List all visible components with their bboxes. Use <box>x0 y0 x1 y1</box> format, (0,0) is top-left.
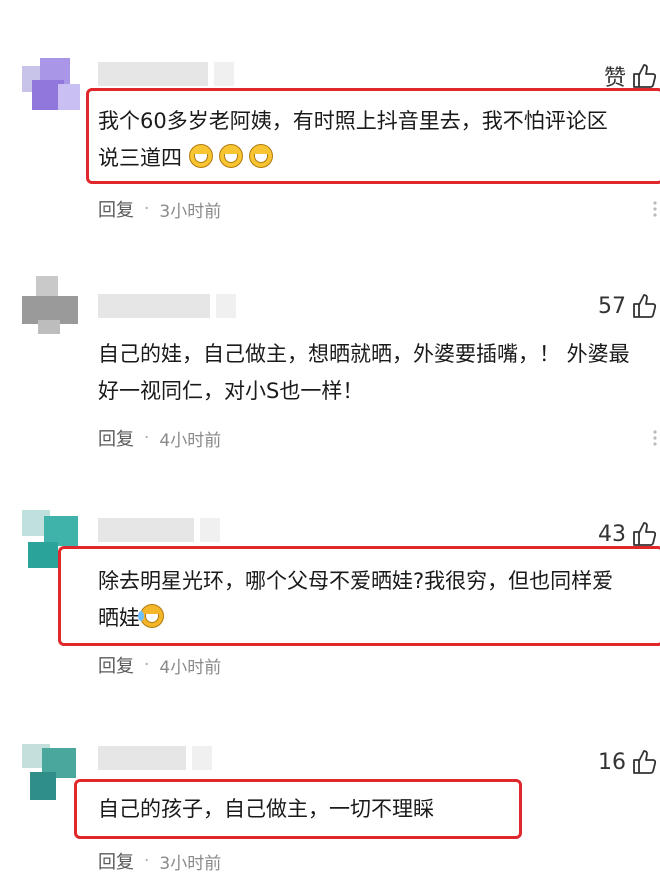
comment-text: 我个60多岁老阿姨，有时照上抖音里去，我不怕评论区 说三道四 <box>98 103 658 177</box>
timestamp: 3小时前 <box>159 201 222 222</box>
grin-emoji <box>188 144 213 168</box>
reply-button[interactable]: 回复 <box>98 425 134 451</box>
comment-text-line: 晒娃 <box>98 600 658 637</box>
username[interactable] <box>98 746 212 770</box>
comment-meta: 回复 · 4小时前 <box>98 652 221 678</box>
comment-1: 赞 我个60多岁老阿姨，有时照上抖音里去，我不怕评论区 说三道四 回复 · 3小… <box>0 0 660 230</box>
comment-text: 自己的娃，自己做主，想晒就晒，外婆要插嘴，！ 外婆最 好一视同仁，对小S也一样！ <box>98 336 658 410</box>
grin-emoji <box>218 144 243 168</box>
more-icon[interactable] <box>644 200 658 218</box>
comment-text-line: 自己的娃，自己做主，想晒就晒，外婆要插嘴，！ 外婆最 <box>98 342 630 366</box>
grin-emoji <box>248 144 273 168</box>
avatar[interactable] <box>22 276 80 334</box>
comment-text: 除去明星光环，哪个父母不爱晒娃?我很穷，但也同样爱 晒娃 <box>98 563 658 637</box>
like-count: 43 <box>598 521 626 547</box>
comment-meta: 回复 · 3小时前 <box>98 196 221 222</box>
separator: · <box>144 655 150 675</box>
thumbs-up-icon <box>633 750 656 774</box>
timestamp: 3小时前 <box>159 853 222 874</box>
comment-text-line2: 说三道四 <box>98 146 182 170</box>
username[interactable] <box>98 294 236 318</box>
thumbs-up-icon <box>633 522 656 546</box>
laugh-cry-emoji <box>138 604 164 628</box>
comment-text-line: 自己的孩子，自己做主，一切不理睬 <box>98 797 434 821</box>
comment-text-line: 说三道四 <box>98 140 658 177</box>
thumbs-up-icon <box>633 64 656 88</box>
comment-3: 43 除去明星光环，哪个父母不爱晒娃?我很穷，但也同样爱 晒娃 回复 · 4小时… <box>0 480 660 690</box>
comment-text-line: 除去明星光环，哪个父母不爱晒娃?我很穷，但也同样爱 <box>98 569 614 593</box>
more-icon[interactable] <box>644 429 658 447</box>
comment-2: 57 自己的娃，自己做主，想晒就晒，外婆要插嘴，！ 外婆最 好一视同仁，对小S也… <box>0 230 660 480</box>
comment-text: 自己的孩子，自己做主，一切不理睬 <box>98 791 658 828</box>
timestamp: 4小时前 <box>159 657 222 678</box>
separator: · <box>144 199 150 219</box>
reply-button[interactable]: 回复 <box>98 848 134 874</box>
comment-text-line: 好一视同仁，对小S也一样！ <box>98 379 364 403</box>
like-button[interactable]: 16 <box>598 742 656 782</box>
comment-text-line: 我个60多岁老阿姨，有时照上抖音里去，我不怕评论区 <box>98 109 608 133</box>
timestamp: 4小时前 <box>159 430 222 451</box>
like-count: 57 <box>598 293 626 319</box>
like-button[interactable]: 57 <box>598 286 656 326</box>
separator: · <box>144 428 150 448</box>
like-count: 16 <box>598 749 626 775</box>
reply-button[interactable]: 回复 <box>98 196 134 222</box>
username[interactable] <box>98 518 220 542</box>
comment-4: 16 自己的孩子，自己做主，一切不理睬 回复 · 3小时前 <box>0 690 660 888</box>
comment-meta: 回复 · 3小时前 <box>98 848 221 874</box>
reply-button[interactable]: 回复 <box>98 652 134 678</box>
avatar[interactable] <box>22 58 80 116</box>
avatar[interactable] <box>22 744 80 802</box>
username[interactable] <box>98 62 234 86</box>
comment-text-line2: 晒娃 <box>98 606 140 630</box>
comment-meta: 回复 · 4小时前 <box>98 425 221 451</box>
thumbs-up-icon <box>633 294 656 318</box>
separator: · <box>144 851 150 871</box>
